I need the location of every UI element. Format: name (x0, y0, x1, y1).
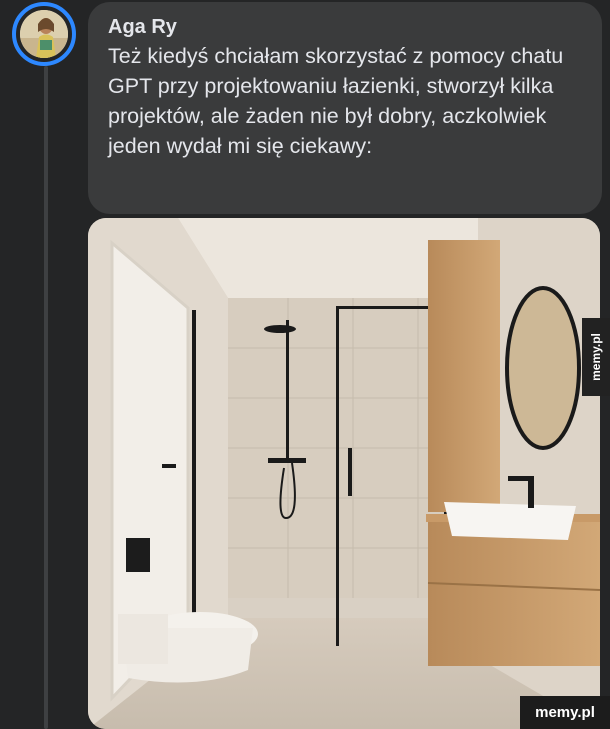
author-avatar[interactable] (12, 2, 76, 66)
author-name[interactable]: Aga Ry (108, 14, 586, 40)
watermark-bottom: memy.pl (520, 696, 610, 729)
comment-bubble: Aga Ry Też kiedyś chciałam skorzystać z … (88, 2, 602, 214)
avatar-image (20, 10, 68, 58)
bathroom-photo[interactable] (88, 218, 600, 729)
watermark-side: memy.pl (582, 318, 610, 396)
thread-line (44, 66, 48, 729)
comment-text: Też kiedyś chciałam skorzystać z pomocy … (108, 44, 564, 158)
watermark-side-text: memy.pl (589, 333, 604, 381)
